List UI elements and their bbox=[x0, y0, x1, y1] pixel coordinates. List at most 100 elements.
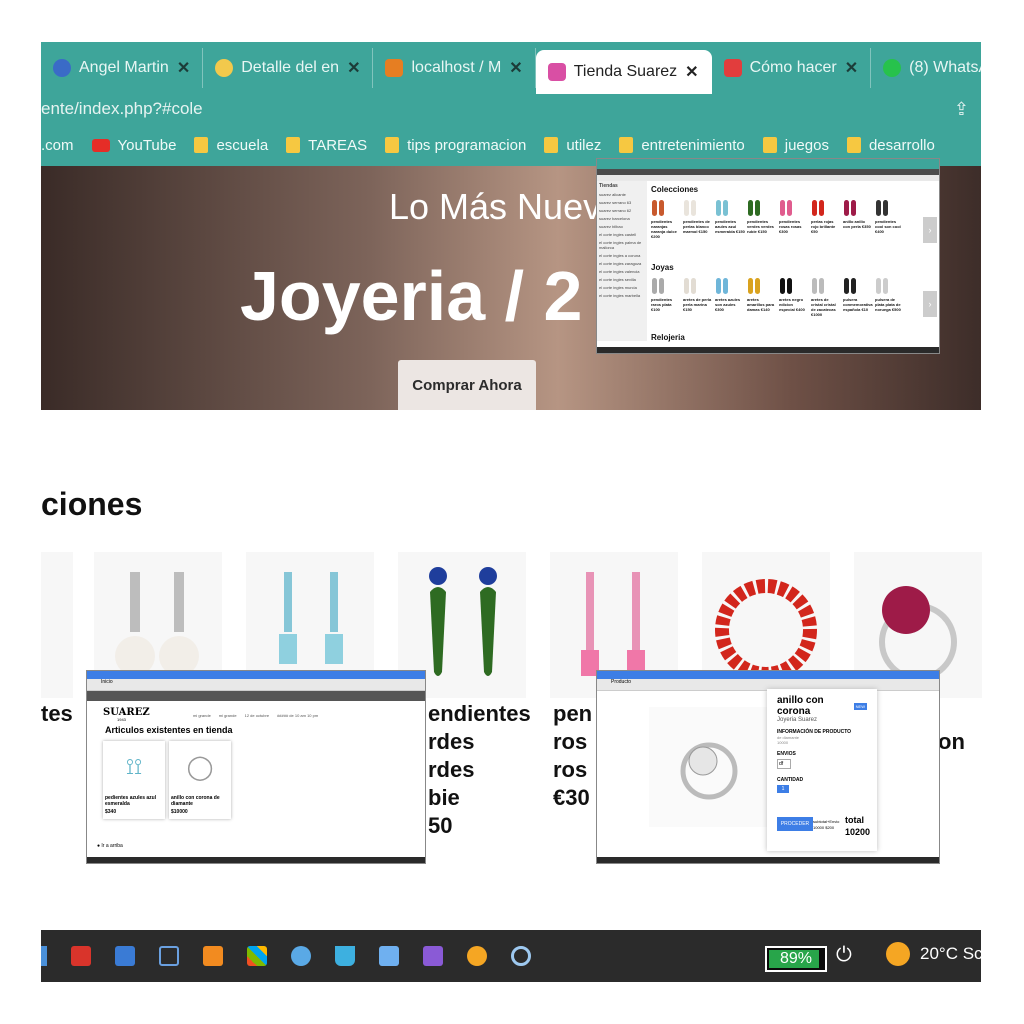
shipping-select[interactable]: df bbox=[777, 759, 791, 769]
mini-collections-heading: Colecciones bbox=[651, 185, 699, 194]
card-label-green-earrings: endientes rdes rdes bie 50 bbox=[428, 701, 531, 838]
mini-collection-item[interactable]: pendientes naranjas naranja dulce €200 bbox=[651, 197, 681, 239]
product-thumbnail-icon bbox=[875, 275, 889, 297]
visual-basic-icon[interactable] bbox=[159, 946, 179, 966]
bookmark-desarrollo[interactable]: desarrollo bbox=[846, 137, 935, 154]
url-text[interactable]: ente/index.php?#cole bbox=[41, 99, 203, 119]
bookmark-tareas[interactable]: TAREAS bbox=[286, 137, 367, 154]
product-thumbnail-icon bbox=[875, 197, 889, 219]
mini-collection-item[interactable]: pendientes azules azul esmeralda €150 bbox=[715, 197, 745, 234]
bookmark-entretenimiento[interactable]: entretenimiento bbox=[619, 137, 745, 154]
plug-icon: ⏻ bbox=[836, 944, 852, 966]
mini-collection-item[interactable]: pendientes cool son cool €400 bbox=[875, 197, 905, 234]
chevron-right-icon[interactable]: › bbox=[923, 217, 937, 243]
tab-como-hacer[interactable]: Cómo hacer ✕ bbox=[712, 48, 872, 88]
folder-icon bbox=[286, 137, 301, 153]
mini-jewel-item[interactable]: aretes de cristal cristal de zacatecas €… bbox=[811, 275, 841, 317]
product-thumbnail-icon bbox=[715, 197, 729, 219]
store-icon bbox=[547, 63, 566, 81]
quantity-input[interactable]: 1 bbox=[777, 785, 789, 793]
product-label: pendientes naranjas naranja dulce €200 bbox=[651, 219, 677, 239]
hero-title: Joyeria / 2 bbox=[240, 257, 583, 335]
close-icon[interactable]: ✕ bbox=[845, 58, 858, 78]
bookmark-tips[interactable]: tips programacion bbox=[385, 137, 526, 154]
mini-titlebar bbox=[87, 671, 425, 679]
card-label-pink-earrings: pen ros ros €30 bbox=[553, 701, 593, 810]
bookmark-escuela[interactable]: escuela bbox=[194, 137, 268, 154]
linkedin-icon bbox=[723, 59, 742, 77]
mini-jewel-item[interactable]: aretes amarillos para damas €140 bbox=[747, 275, 777, 312]
bookmark-utilez[interactable]: utilez bbox=[544, 137, 601, 154]
ring-icon: ◯ bbox=[186, 753, 214, 781]
earrings-icon: ⟟⟟ bbox=[125, 754, 143, 779]
bookmark-juegos[interactable]: juegos bbox=[762, 137, 829, 154]
product-thumbnail-icon bbox=[747, 197, 761, 219]
sun-app-icon[interactable] bbox=[467, 946, 487, 966]
folder-icon bbox=[846, 137, 861, 153]
mini-jewel-item[interactable]: aretes azules son azules €300 bbox=[715, 275, 745, 312]
mini-collection-item[interactable]: pendientes verdes verdes rubie €150 bbox=[747, 197, 777, 234]
diamond-ring-image bbox=[680, 742, 738, 800]
mini-jewel-item[interactable]: pendientes raros plata €100 bbox=[651, 275, 681, 312]
mini-inventory-heading: Articulos existentes en tienda bbox=[105, 725, 233, 735]
weather-widget[interactable]: 20°C Sc bbox=[886, 942, 983, 966]
store-icon[interactable] bbox=[247, 946, 267, 966]
product-thumbnail-icon bbox=[747, 275, 761, 297]
tab-angel[interactable]: Angel Martin ✕ bbox=[41, 48, 204, 88]
product-thumbnail-icon bbox=[811, 197, 825, 219]
tab-whatsapp[interactable]: (8) WhatsApp bbox=[871, 48, 981, 88]
back-to-top-link[interactable]: ● Ir a arriba bbox=[97, 843, 123, 849]
product-label: perlas rojas rojo brillante €50 bbox=[811, 219, 836, 234]
file-icon[interactable] bbox=[379, 946, 399, 966]
visual-studio-icon[interactable] bbox=[423, 946, 443, 966]
chevron-right-icon[interactable]: › bbox=[923, 291, 937, 317]
product-label: pulsera de plata plata de noruega €500 bbox=[875, 297, 901, 312]
bookmark-com[interactable]: .com bbox=[41, 137, 74, 154]
product-label: pendientes raros plata €100 bbox=[651, 297, 673, 312]
mini-item-card[interactable]: ⟟⟟ pedientes azules azul esmeralda $340 bbox=[103, 741, 165, 819]
mini-collection-item[interactable]: pendientes de perlas blanco marmol €150 bbox=[683, 197, 713, 234]
mini-collection-item[interactable]: perlas rojas rojo brillante €50 bbox=[811, 197, 841, 234]
folder-icon bbox=[762, 137, 777, 153]
buy-now-button[interactable]: Comprar Ahora bbox=[398, 360, 536, 410]
tab-localhost[interactable]: localhost / M ✕ bbox=[373, 48, 536, 88]
product-thumbnail-icon bbox=[715, 275, 729, 297]
youtube-icon bbox=[91, 138, 110, 152]
app-red-icon[interactable] bbox=[71, 946, 91, 966]
share-icon[interactable]: ⇪ bbox=[954, 99, 969, 120]
mini-collection-item[interactable]: pendientes rosas rosas €300 bbox=[779, 197, 809, 234]
mini-jewel-item[interactable]: pulsera de plata plata de noruega €500 bbox=[875, 275, 905, 312]
mini-product-image bbox=[649, 707, 769, 827]
tab-detalle[interactable]: Detalle del en ✕ bbox=[203, 48, 374, 88]
mini-jewel-item[interactable]: pulsera conmemorativa española €10 bbox=[843, 275, 873, 312]
inventory-screenshot-thumbnail: Inicio SUAREZ 1943 mi grande mi grande 1… bbox=[86, 670, 426, 864]
product-card-partial[interactable] bbox=[41, 552, 73, 698]
settings-icon[interactable] bbox=[511, 946, 531, 966]
download-icon[interactable] bbox=[335, 946, 355, 966]
bookmark-youtube[interactable]: YouTube bbox=[91, 137, 176, 154]
product-label: aretes azules son azules €300 bbox=[715, 297, 741, 312]
mail-icon[interactable] bbox=[115, 946, 135, 966]
box-icon[interactable] bbox=[291, 946, 311, 966]
store-screenshot-thumbnail: Tiendas suarez alicante suarez serrano 6… bbox=[596, 158, 940, 354]
mini-item-card[interactable]: ◯ anillo con corona de diamante $10000 bbox=[169, 741, 231, 819]
sublime-icon[interactable] bbox=[203, 946, 223, 966]
folder-icon bbox=[544, 137, 559, 153]
app-icon[interactable] bbox=[41, 946, 47, 966]
hero-subtitle: Lo Más Nuev bbox=[389, 186, 602, 227]
mini-jewel-item[interactable]: aretes negro edicion especial €400 bbox=[779, 275, 809, 312]
address-bar[interactable]: ente/index.php?#cole ⇪ bbox=[41, 94, 981, 124]
proceed-button[interactable]: PROCEDER bbox=[777, 817, 813, 831]
close-icon[interactable]: ✕ bbox=[509, 58, 522, 78]
close-icon[interactable]: ✕ bbox=[177, 58, 190, 78]
mini-jewels-heading: Joyas bbox=[651, 263, 674, 272]
close-icon[interactable]: ✕ bbox=[347, 58, 360, 78]
mini-collection-item[interactable]: anillo anillo con perla €350 bbox=[843, 197, 873, 229]
mini-jewel-item[interactable]: aretes de perla perla marina €150 bbox=[683, 275, 713, 312]
tab-tienda-suarez[interactable]: Tienda Suarez ✕ bbox=[535, 50, 712, 94]
close-icon[interactable]: ✕ bbox=[685, 62, 698, 82]
product-thumbnail-icon bbox=[683, 197, 697, 219]
battery-indicator[interactable]: 89% bbox=[765, 946, 827, 972]
gear-icon bbox=[53, 59, 71, 77]
mini-sidebar: Tiendas suarez alicante suarez serrano 6… bbox=[597, 181, 647, 341]
